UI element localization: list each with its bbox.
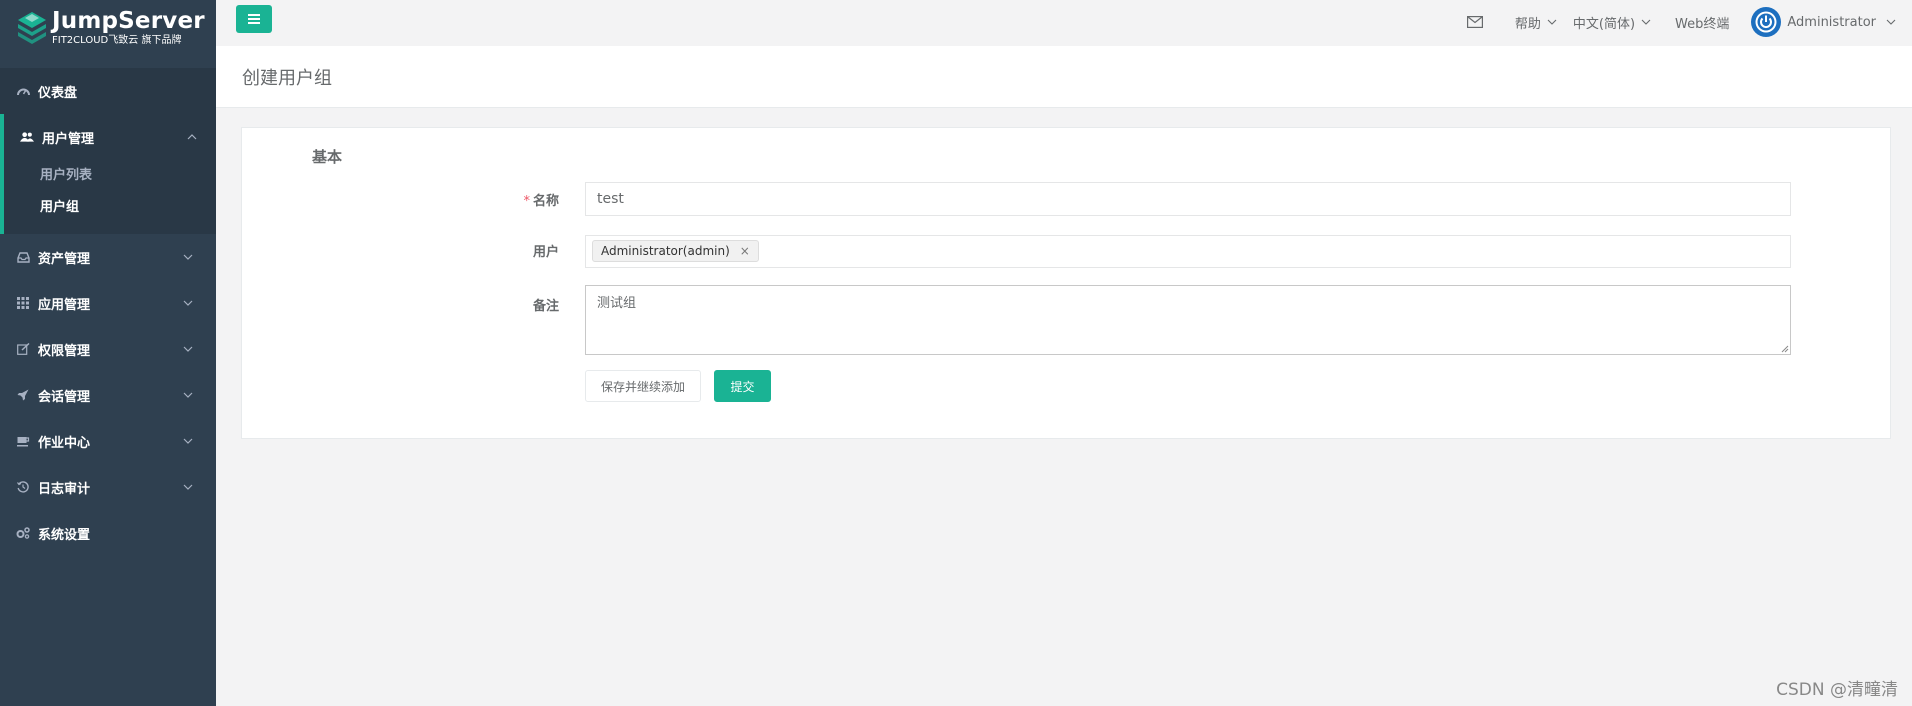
chevron-down-icon: [183, 346, 193, 352]
dashboard-icon: [16, 84, 30, 98]
save-and-continue-button[interactable]: 保存并继续添加: [585, 370, 701, 402]
sidebar-item-label: 作业中心: [38, 435, 91, 451]
chevron-down-icon: [183, 438, 193, 444]
chevron-down-icon: [183, 300, 193, 306]
sidebar-group-users: 用户管理 用户列表 用户组: [0, 114, 216, 234]
user-menu[interactable]: Administrator: [1751, 7, 1896, 37]
chevron-up-icon: [187, 134, 197, 140]
sidebar-toggle-button[interactable]: [236, 5, 272, 33]
sidebar-subitem-user-group[interactable]: 用户组: [4, 192, 216, 224]
menu-icon: [248, 14, 260, 24]
selected-user-tag[interactable]: Administrator(admin) ×: [592, 240, 759, 262]
sidebar-item-assets[interactable]: 资产管理: [0, 234, 216, 280]
power-icon: [1755, 11, 1777, 33]
edit-icon: [16, 342, 30, 356]
coffee-icon: [16, 434, 30, 448]
brand-name: JumpServer: [52, 8, 205, 34]
mail-button[interactable]: [1466, 16, 1483, 28]
sidebar-item-settings[interactable]: 系统设置: [0, 510, 216, 556]
users-icon: [20, 130, 34, 144]
page-title: 创建用户组: [242, 68, 332, 89]
help-menu[interactable]: 帮助: [1515, 13, 1557, 32]
mail-icon: [1466, 16, 1483, 28]
sidebar-item-permissions[interactable]: 权限管理: [0, 326, 216, 372]
chevron-down-icon: [1547, 19, 1557, 25]
username: Administrator: [1787, 14, 1876, 30]
page-heading: 创建用户组: [216, 46, 1912, 108]
chevron-down-icon: [183, 484, 193, 490]
watermark: CSDN @清疃清: [1776, 680, 1898, 700]
chevron-down-icon: [183, 254, 193, 260]
chevron-down-icon: [1641, 19, 1651, 25]
sidebar-item-audit-logs[interactable]: 日志审计: [0, 464, 216, 510]
sidebar-item-applications[interactable]: 应用管理: [0, 280, 216, 326]
sidebar-item-label: 日志审计: [38, 481, 91, 497]
sidebar-item-label: 系统设置: [38, 527, 91, 543]
sidebar-subitem-user-list[interactable]: 用户列表: [4, 160, 216, 192]
submit-button[interactable]: 提交: [714, 370, 771, 402]
topbar: 帮助 中文(简体) Web终端 Administrator: [216, 0, 1912, 46]
sidebar-item-user-management[interactable]: 用户管理: [4, 114, 216, 160]
name-input[interactable]: test: [585, 182, 1791, 216]
rocket-icon: [16, 388, 30, 402]
jumpserver-logo-icon: [18, 12, 46, 44]
history-icon: [16, 480, 30, 494]
users-select[interactable]: Administrator(admin) ×: [585, 235, 1791, 268]
comment-text: 测试组: [597, 296, 637, 311]
sidebar-item-label: 应用管理: [38, 297, 91, 313]
comment-label: 备注: [532, 299, 559, 314]
remove-tag-icon[interactable]: ×: [740, 241, 750, 261]
sidebar-item-dashboard[interactable]: 仪表盘: [0, 68, 216, 114]
sidebar-item-sessions[interactable]: 会话管理: [0, 372, 216, 418]
grid-icon: [16, 296, 30, 310]
name-label: * 名称: [523, 194, 559, 209]
language-menu[interactable]: 中文(简体): [1573, 13, 1651, 32]
sidebar-item-label: 权限管理: [38, 343, 91, 359]
sidebar: JumpServer FIT2CLOUD飞致云 旗下品牌 仪表盘 用户管理 用户…: [0, 0, 216, 706]
form-card: 基本 * 名称 test 用户 Administrator(admin) × 备注…: [241, 127, 1891, 439]
brand-tagline: FIT2CLOUD飞致云 旗下品牌: [52, 35, 182, 46]
required-marker: *: [523, 194, 530, 209]
sidebar-item-label: 仪表盘: [38, 85, 78, 101]
web-terminal-link[interactable]: Web终端: [1675, 13, 1729, 32]
sidebar-item-label: 用户管理: [42, 131, 95, 147]
chevron-down-icon: [183, 392, 193, 398]
users-label: 用户: [532, 245, 559, 260]
avatar: [1751, 7, 1782, 37]
logo[interactable]: JumpServer FIT2CLOUD飞致云 旗下品牌: [0, 0, 216, 68]
section-title: 基本: [312, 148, 343, 166]
comment-textarea[interactable]: 测试组: [585, 285, 1791, 355]
language-label: 中文(简体): [1572, 16, 1636, 32]
sidebar-item-label: 资产管理: [38, 251, 91, 267]
gears-icon: [16, 526, 30, 540]
resize-handle-icon[interactable]: [1780, 344, 1789, 353]
help-label: 帮助: [1514, 16, 1541, 32]
sidebar-item-jobs[interactable]: 作业中心: [0, 418, 216, 464]
topbar-right: 帮助 中文(简体) Web终端 Administrator: [1466, 0, 1912, 44]
selected-user-label: Administrator(admin): [601, 244, 730, 258]
chevron-down-icon: [1886, 19, 1896, 25]
inbox-icon: [16, 250, 30, 264]
sidebar-item-label: 会话管理: [38, 389, 91, 405]
